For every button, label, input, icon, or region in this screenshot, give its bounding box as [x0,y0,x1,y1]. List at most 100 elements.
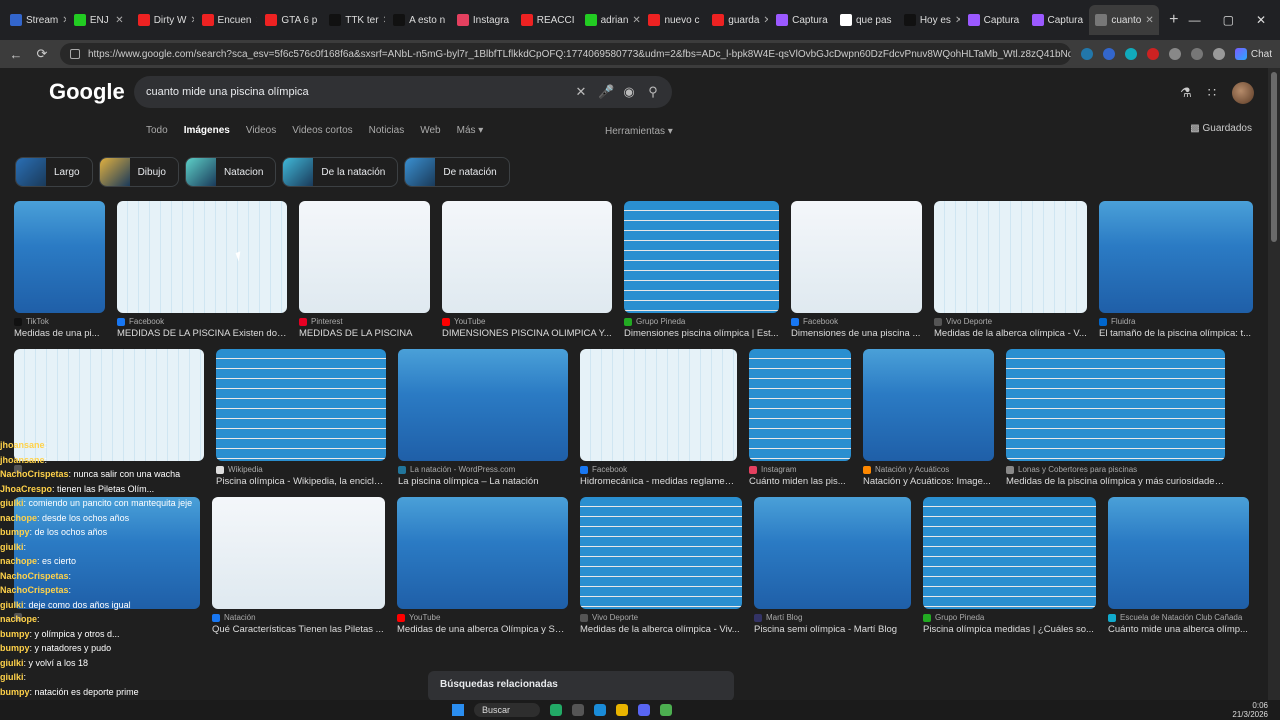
image-result[interactable]: Facebook MEDIDAS DE LA PISCINA Existen do… [117,201,287,339]
image-result[interactable]: Facebook Hidromecánica - medidas reglamen… [580,349,737,487]
image-result[interactable]: Vivo Deporte Medidas de la alberca olímpi… [580,497,742,635]
result-thumbnail[interactable] [624,201,779,313]
filter-chip[interactable]: De la natación [282,157,399,187]
result-title[interactable]: Medidas de la piscina olímpica y más cur… [1006,476,1225,487]
image-result[interactable]: Facebook Dimensiones de una piscina ... [791,201,922,339]
result-thumbnail[interactable] [397,497,568,609]
image-result[interactable]: YouTube Medidas de una alberca Olímpica y… [397,497,568,635]
result-title[interactable]: DIMENSIONES PISCINA OLIMPICA Y... [442,328,612,339]
extension-icon[interactable] [1146,48,1159,60]
result-source[interactable]: Vivo Deporte [934,317,1087,326]
extension-icon[interactable] [1080,48,1093,60]
result-source[interactable]: Escuela de Natación Club Cañada [1108,613,1249,622]
image-result[interactable]: Vivo Deporte Medidas de la alberca olímpi… [934,201,1087,339]
browser-tab[interactable]: Dirty W✕ [132,5,194,35]
result-thumbnail[interactable] [1099,201,1253,313]
saved-button[interactable]: ▩ Guardados [1190,123,1252,134]
result-title[interactable]: La piscina olímpica – La natación [398,476,568,487]
tab-close-icon[interactable]: ✕ [763,15,768,26]
result-title[interactable]: Dimensiones piscina olímpica | Est... [624,328,779,339]
result-title[interactable]: Qué Características Tienen las Piletas .… [212,624,385,635]
image-result[interactable]: Martí Blog Piscina semi olímpica - Martí … [754,497,911,635]
profile-icon[interactable] [1212,48,1225,60]
search-input[interactable]: cuanto mide una piscina olímpica [146,86,564,98]
result-source[interactable]: La natación - WordPress.com [398,465,568,474]
result-source[interactable]: Wikipedia [216,465,386,474]
tab-close-icon[interactable]: ✕ [190,15,193,26]
browser-tab[interactable]: guarda ✕ [706,5,768,35]
taskbar-app-icon[interactable] [550,704,563,716]
image-result[interactable]: Wikipedia Piscina olímpica - Wikipedia, l… [216,349,386,487]
google-logo[interactable]: Google [49,79,125,105]
image-result[interactable]: La natación - WordPress.com La piscina ol… [398,349,568,487]
result-title[interactable]: Cuánto mide una alberca olímp... [1108,624,1249,635]
result-source[interactable]: Grupo Pineda [923,613,1096,622]
tab-close-icon[interactable]: ✕ [955,15,960,26]
result-source[interactable]: TikTok [14,317,105,326]
tab-más[interactable]: Más ▾ [457,125,484,136]
chat-button[interactable]: Chat [1234,48,1272,60]
result-source[interactable]: Lonas y Cobertores para piscinas [1006,465,1225,474]
browser-tab[interactable]: TTK ter ✕ [323,5,385,35]
browser-tab[interactable]: A esto n✕ [387,5,449,35]
image-result[interactable]: Grupo Pineda Piscina olímpica medidas | ¿… [923,497,1096,635]
result-title[interactable]: Piscina semi olímpica - Martí Blog [754,624,911,635]
result-title[interactable]: Cuánto miden las pis... [749,476,851,487]
result-source[interactable]: Facebook [791,317,922,326]
maximize-icon[interactable]: ▢ [1223,13,1234,27]
image-result[interactable]: Pinterest MEDIDAS DE LA PISCINA [299,201,430,339]
taskbar-search[interactable]: Buscar [474,703,541,717]
browser-tab[interactable]: Captura✕ [770,5,832,35]
system-clock[interactable]: 0:06 21/3/2026 [1232,701,1268,719]
result-thumbnail[interactable] [398,349,568,461]
clear-icon[interactable]: ✕ [574,84,588,100]
result-title[interactable]: Medidas de una alberca Olímpica y Se... [397,624,568,635]
result-source[interactable]: YouTube [442,317,612,326]
tab-videos[interactable]: Videos [246,125,276,136]
lens-icon[interactable]: ◉ [622,84,636,100]
browser-tab[interactable]: nuevo c✕ [642,5,704,35]
result-thumbnail[interactable] [442,201,612,313]
tab-close-icon[interactable]: ✕ [115,15,123,26]
close-window-icon[interactable]: ✕ [1256,13,1266,27]
result-title[interactable]: Hidromecánica - medidas reglamenta... [580,476,737,487]
browser-tab[interactable]: GTA 6 p✕ [259,5,321,35]
result-source[interactable]: Grupo Pineda [624,317,779,326]
browser-tab[interactable]: cuanto ✕ [1089,5,1160,35]
labs-icon[interactable]: ⚗ [1180,85,1192,101]
windows-start-icon[interactable] [452,704,464,716]
puzzle-icon[interactable] [1190,48,1203,60]
result-thumbnail[interactable] [1108,497,1249,609]
tab-imágenes[interactable]: Imágenes [184,125,230,136]
result-title[interactable]: MEDIDAS DE LA PISCINA Existen dos... [117,328,287,339]
result-source[interactable]: Natación y Acuáticos [863,465,994,474]
result-thumbnail[interactable] [14,201,105,313]
result-source[interactable]: Facebook [117,317,287,326]
extension-icon[interactable] [1102,48,1115,60]
image-result[interactable]: Natación Qué Características Tienen las P… [212,497,385,635]
result-thumbnail[interactable] [216,349,386,461]
result-thumbnail[interactable] [754,497,911,609]
image-result[interactable]: Grupo Pineda Dimensiones piscina olímpica… [624,201,779,339]
result-thumbnail[interactable] [934,201,1087,313]
result-thumbnail[interactable] [299,201,430,313]
result-thumbnail[interactable] [1006,349,1225,461]
scrollbar-thumb[interactable] [1271,72,1277,242]
minimize-icon[interactable]: — [1189,13,1201,27]
tab-close-icon[interactable]: ✕ [703,15,704,26]
result-title[interactable]: Medidas de la alberca olímpica - Viv... [580,624,742,635]
browser-tab[interactable]: Stream✕ [4,5,66,35]
browser-tab[interactable]: que pas✕ [834,5,896,35]
result-thumbnail[interactable] [749,349,851,461]
result-thumbnail[interactable] [923,497,1096,609]
result-thumbnail[interactable] [212,497,385,609]
result-source[interactable]: Facebook [580,465,737,474]
result-title[interactable]: Medidas de la alberca olímpica - V... [934,328,1087,339]
browser-tab[interactable]: Instagra✕ [451,5,513,35]
image-result[interactable]: Fluidra El tamaño de la piscina olímpica:… [1099,201,1253,339]
tab-close-icon[interactable]: ✕ [383,15,386,26]
search-box[interactable]: cuanto mide una piscina olímpica ✕ 🎤 ◉ ⚲ [134,76,672,108]
result-title[interactable]: Dimensiones de una piscina ... [791,328,922,339]
microphone-icon[interactable]: 🎤 [598,84,614,100]
result-source[interactable]: YouTube [397,613,568,622]
